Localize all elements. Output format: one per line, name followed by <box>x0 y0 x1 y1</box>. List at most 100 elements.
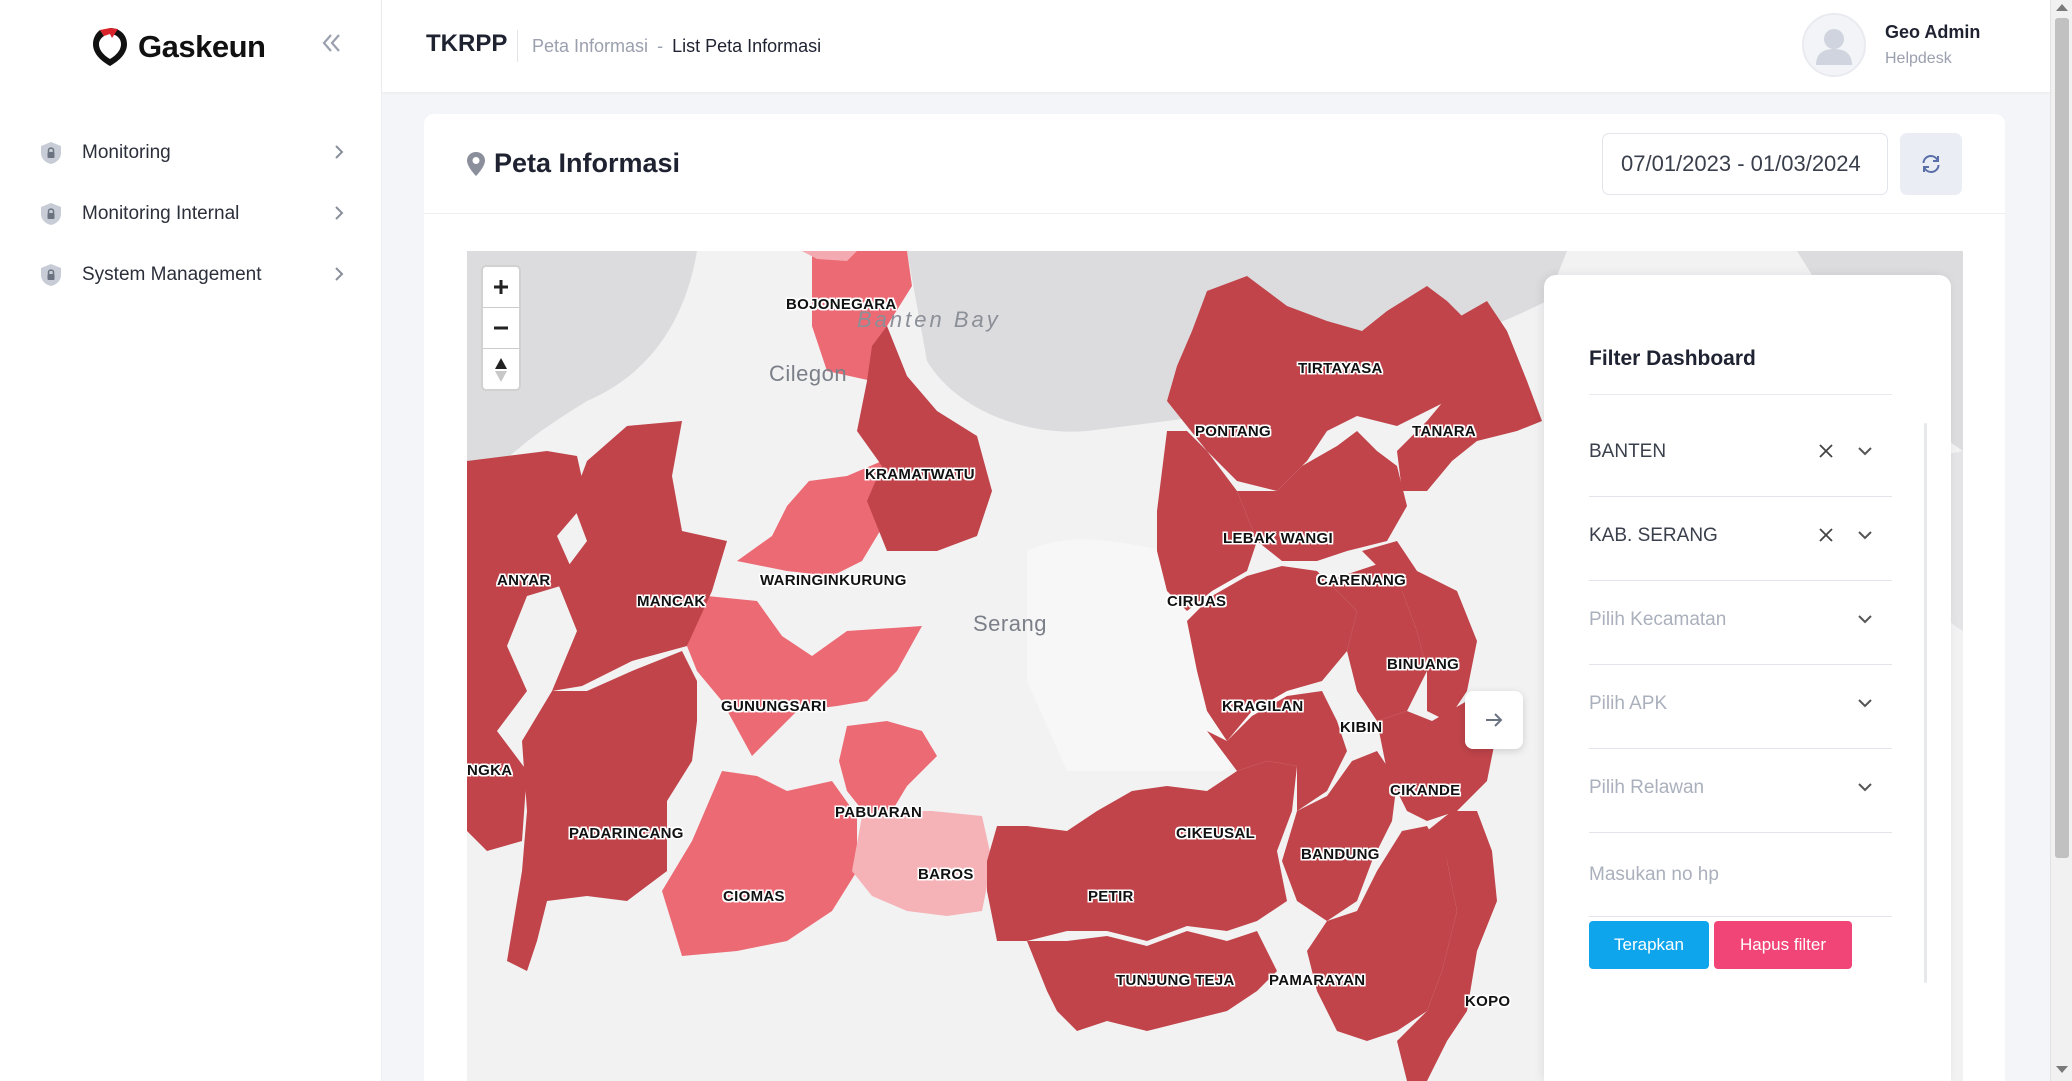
district-label[interactable]: BOJONEGARA <box>786 296 897 313</box>
district-label[interactable]: NGKA <box>467 762 512 779</box>
reset-north-button[interactable] <box>483 349 519 390</box>
district-label[interactable]: BAROS <box>918 866 974 883</box>
refresh-icon <box>1922 154 1940 174</box>
district-label[interactable]: PETIR <box>1088 888 1134 905</box>
filter-divider <box>1589 394 1892 395</box>
shield-lock-icon <box>41 141 61 164</box>
scroll-down-arrow-icon[interactable] <box>2056 1066 2068 1073</box>
user-name: Geo Admin <box>1885 22 1981 42</box>
place-label-cilegon: Cilegon <box>769 361 848 386</box>
user-icon <box>1816 29 1852 65</box>
chevron-right-icon <box>335 206 344 220</box>
district-label[interactable]: CIKANDE <box>1390 782 1460 799</box>
district-label[interactable]: KOPO <box>1465 993 1510 1010</box>
double-chevron-left-icon <box>322 34 340 52</box>
district-label[interactable]: KRAMATWATU <box>865 466 975 483</box>
relawan-select[interactable]: Pilih Relawan <box>1589 749 1892 833</box>
district-label[interactable]: TANARA <box>1412 423 1476 440</box>
district-label[interactable]: WARINGINKURUNG <box>760 572 907 589</box>
compass-icon <box>495 357 507 382</box>
brand-name: Gaskeun <box>138 29 266 64</box>
app-title: TKRPP <box>426 30 508 57</box>
district-label[interactable]: MANCAK <box>637 593 705 610</box>
district-label[interactable]: ANYAR <box>497 572 550 589</box>
district-label[interactable]: LEBAK WANGI <box>1223 530 1333 547</box>
filter-panel-toggle-button[interactable] <box>1465 691 1523 749</box>
chevron-down-icon <box>1858 531 1872 540</box>
apply-filter-button[interactable]: Terapkan <box>1589 921 1709 969</box>
regency-value: KAB. SERANG <box>1589 525 1718 546</box>
sidebar: Gaskeun Monitoring Monitoring Internal S… <box>0 0 382 1081</box>
zoom-controls <box>481 265 521 391</box>
district-label[interactable]: TUNJUNG TEJA <box>1116 972 1235 989</box>
top-header: TKRPP Peta Informasi - List Peta Informasi… <box>382 0 2050 92</box>
regency-select[interactable]: KAB. SERANG <box>1589 497 1892 581</box>
sidebar-item-label: System Management <box>82 263 262 285</box>
chevron-right-icon <box>335 145 344 159</box>
sidebar-item-label: Monitoring Internal <box>82 202 240 224</box>
date-range-input[interactable] <box>1602 133 1888 195</box>
sidebar-nav: Monitoring Monitoring Internal System Ma… <box>0 122 382 305</box>
sidebar-item-monitoring[interactable]: Monitoring <box>0 122 382 183</box>
district-label[interactable]: PONTANG <box>1195 423 1271 440</box>
plus-icon <box>494 280 508 294</box>
district-label[interactable]: PADARINCANG <box>569 825 684 842</box>
apk-select[interactable]: Pilih APK <box>1589 665 1892 749</box>
district-label[interactable]: KRAGILAN <box>1222 698 1304 715</box>
chevron-right-icon <box>335 267 344 281</box>
header-divider <box>517 30 518 62</box>
scroll-up-arrow-icon[interactable] <box>2056 4 2068 11</box>
filter-title: Filter Dashboard <box>1589 347 1756 370</box>
relawan-placeholder: Pilih Relawan <box>1589 777 1705 798</box>
province-value: BANTEN <box>1589 441 1667 462</box>
brand[interactable]: Gaskeun <box>90 22 266 72</box>
district-label[interactable]: CIRUAS <box>1167 593 1226 610</box>
chevron-down-icon <box>1858 447 1872 456</box>
kecamatan-select[interactable]: Pilih Kecamatan <box>1589 581 1892 665</box>
district-label[interactable]: TIRTAYASA <box>1298 360 1383 377</box>
district-label[interactable]: PAMARAYAN <box>1269 972 1365 989</box>
zoom-out-button[interactable] <box>483 308 519 349</box>
sidebar-item-system-management[interactable]: System Management <box>0 244 382 305</box>
breadcrumb: Peta Informasi - List Peta Informasi <box>532 36 821 57</box>
chevron-down-icon <box>1858 699 1872 708</box>
page-scrollbar[interactable] <box>2050 0 2072 1081</box>
district-label[interactable]: CIKEUSAL <box>1176 825 1255 842</box>
minus-icon <box>494 326 508 330</box>
scroll-thumb[interactable] <box>2055 18 2069 858</box>
zoom-in-button[interactable] <box>483 267 519 308</box>
district-label[interactable]: KIBIN <box>1340 719 1382 736</box>
phone-input[interactable] <box>1589 833 1892 917</box>
breadcrumb-current: List Peta Informasi <box>672 36 822 56</box>
arrow-right-icon <box>1486 713 1503 727</box>
district-label[interactable]: GUNUNGSARI <box>721 698 827 715</box>
district-label[interactable]: CARENANG <box>1317 572 1406 589</box>
sidebar-item-monitoring-internal[interactable]: Monitoring Internal <box>0 183 382 244</box>
card-header: Peta Informasi <box>424 114 2005 214</box>
sidebar-item-label: Monitoring <box>82 141 171 163</box>
clear-filter-button[interactable]: Hapus filter <box>1714 921 1852 969</box>
district-label[interactable]: CIOMAS <box>723 888 785 905</box>
province-select[interactable]: BANTEN <box>1589 413 1892 497</box>
shield-lock-icon <box>41 202 61 225</box>
shield-lock-icon <box>41 263 61 286</box>
breadcrumb-separator: - <box>657 36 664 56</box>
district-label[interactable]: PABUARAN <box>835 804 922 821</box>
clear-regency-button[interactable] <box>1815 523 1837 549</box>
collapse-sidebar-button[interactable] <box>316 28 346 58</box>
close-icon <box>1819 444 1833 458</box>
map-pin-icon <box>467 152 485 176</box>
clear-province-button[interactable] <box>1815 439 1837 465</box>
close-icon <box>1819 528 1833 542</box>
kecamatan-placeholder: Pilih Kecamatan <box>1589 609 1727 630</box>
chevron-down-icon <box>1858 783 1872 792</box>
place-label-serang: Serang <box>973 611 1047 636</box>
refresh-button[interactable] <box>1900 133 1962 195</box>
filter-panel-scrollbar[interactable] <box>1924 423 1927 983</box>
breadcrumb-parent[interactable]: Peta Informasi <box>532 36 648 56</box>
chevron-down-icon <box>1858 615 1872 624</box>
brand-logo-icon <box>93 28 127 66</box>
avatar[interactable] <box>1802 13 1866 77</box>
district-label[interactable]: BINUANG <box>1387 656 1459 673</box>
district-label[interactable]: BANDUNG <box>1301 846 1380 863</box>
